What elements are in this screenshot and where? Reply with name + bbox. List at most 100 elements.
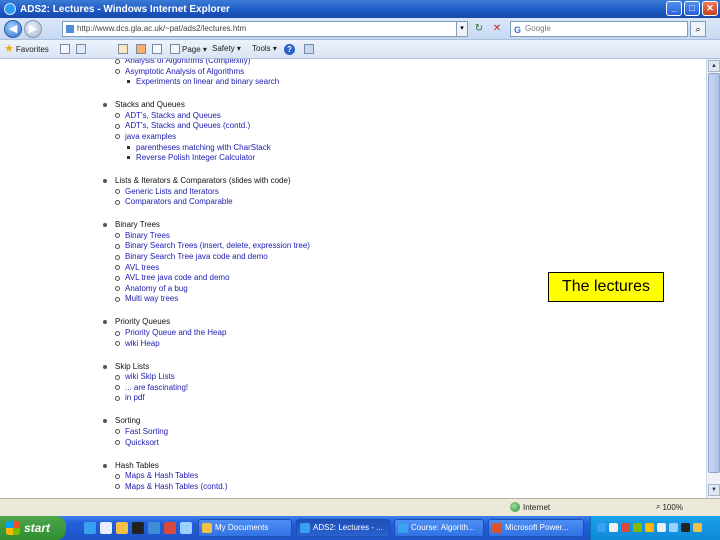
- internet-explorer-icon: [4, 3, 16, 15]
- current-tab[interactable]: [76, 44, 86, 54]
- taskbar-item-ads2-lectures[interactable]: ADS2: Lectures - ...: [296, 519, 390, 537]
- address-dropdown-button[interactable]: ▾: [456, 21, 468, 37]
- feeds-button[interactable]: [136, 44, 146, 54]
- tray-app5-icon[interactable]: [681, 523, 690, 532]
- quick-tabs-icon: [60, 44, 70, 54]
- desktop-quicklaunch-icon[interactable]: [100, 522, 112, 534]
- start-button[interactable]: start: [0, 516, 66, 540]
- taskbar: start My Documents ADS2: Lectures - ... …: [0, 516, 720, 540]
- lecture-link[interactable]: AVL tree java code and demo: [103, 273, 310, 284]
- lecture-link[interactable]: Quicksort: [103, 438, 310, 449]
- stop-button[interactable]: ✕: [490, 22, 504, 36]
- lecture-link[interactable]: in pdf: [103, 393, 310, 404]
- ie-window: ADS2: Lectures - Windows Internet Explor…: [0, 0, 720, 540]
- scroll-down-arrow-icon[interactable]: ▼: [708, 484, 720, 496]
- lecture-link[interactable]: Generic Lists and Iterators: [103, 187, 310, 198]
- lecture-link[interactable]: Asymptotic Analysis of Algorithms: [103, 67, 310, 78]
- scroll-up-arrow-icon[interactable]: ▲: [708, 60, 720, 72]
- back-button[interactable]: ◀: [4, 20, 22, 38]
- favorites-star-icon: ★: [4, 43, 14, 55]
- help-button[interactable]: ?: [284, 44, 295, 55]
- lecture-link[interactable]: Comparators and Comparable: [103, 197, 310, 208]
- lecture-link[interactable]: Analysis of Algorithms (Complexity): [103, 59, 310, 67]
- section-title: Binary Trees: [103, 220, 310, 231]
- task-label: Microsoft Power...: [505, 523, 569, 532]
- lecture-sub-link[interactable]: parentheses matching with CharStack: [103, 143, 310, 154]
- page-menu-label: Page ▾: [182, 44, 207, 54]
- lecture-sub-link[interactable]: Reverse Polish Integer Calculator: [103, 153, 310, 164]
- command-bar: ★ Favorites Page ▾ Safety ▾ Tools ▾ ?: [0, 40, 720, 59]
- print-button[interactable]: [152, 44, 162, 54]
- vertical-scrollbar[interactable]: ▲ ▼: [706, 59, 720, 498]
- page-menu-icon: [170, 44, 180, 54]
- zoom-level: 100%: [662, 502, 683, 512]
- safety-menu[interactable]: Safety ▾: [212, 44, 241, 53]
- lecture-link[interactable]: java examples: [103, 132, 310, 143]
- research-button[interactable]: [304, 44, 314, 54]
- status-bar: Internet ⌕ 100%: [0, 498, 720, 516]
- taskbar-item-my-documents[interactable]: My Documents: [198, 519, 292, 537]
- close-button[interactable]: ✕: [702, 1, 718, 16]
- lecture-link[interactable]: ADT's, Stacks and Queues: [103, 111, 310, 122]
- taskbar-item-powerpoint[interactable]: Microsoft Power...: [488, 519, 584, 537]
- explorer-quicklaunch-icon[interactable]: [116, 522, 128, 534]
- internet-explorer-icon: [300, 523, 310, 533]
- media-quicklaunch-icon[interactable]: [148, 522, 160, 534]
- zoom-icon: ⌕: [656, 502, 661, 511]
- tray-app3-icon[interactable]: [657, 523, 666, 532]
- home-button[interactable]: [118, 44, 128, 54]
- tray-app2-icon[interactable]: [645, 523, 654, 532]
- app-quicklaunch-icon[interactable]: [164, 522, 176, 534]
- tray-network-icon[interactable]: [597, 523, 606, 532]
- zone-label: Internet: [523, 502, 551, 512]
- lecture-link[interactable]: Binary Search Tree java code and demo: [103, 252, 310, 263]
- refresh-button[interactable]: ↻: [472, 22, 486, 36]
- taskbar-item-course-algorithms[interactable]: Course: Algorith...: [394, 519, 484, 537]
- lecture-sub-link[interactable]: Experiments on linear and binary search: [103, 77, 310, 88]
- lecture-link[interactable]: Anatomy of a bug: [103, 284, 310, 295]
- tray-security-icon[interactable]: [621, 523, 630, 532]
- lecture-link[interactable]: ... are fascinating!: [103, 383, 310, 394]
- section-title: Priority Queues: [103, 317, 310, 328]
- zoom-control[interactable]: ⌕ 100%: [656, 502, 683, 512]
- lecture-link[interactable]: wiki Heap: [103, 339, 310, 350]
- scroll-thumb[interactable]: [708, 73, 720, 473]
- page-menu[interactable]: Page ▾: [170, 44, 207, 54]
- search-button[interactable]: ⌕: [690, 21, 706, 37]
- lecture-link[interactable]: Maps & Hash Tables: [103, 471, 310, 482]
- favorites-label: Favorites: [15, 44, 49, 54]
- tools-menu[interactable]: Tools ▾: [252, 44, 277, 53]
- app2-quicklaunch-icon[interactable]: [180, 522, 192, 534]
- security-zone[interactable]: Internet: [510, 502, 550, 512]
- favorites-button[interactable]: ★ Favorites: [4, 43, 49, 55]
- tray-app4-icon[interactable]: [669, 523, 678, 532]
- start-label: start: [24, 521, 51, 535]
- safety-menu-label: Safety ▾: [212, 44, 241, 53]
- lecture-link[interactable]: Binary Trees: [103, 231, 310, 242]
- ie-quicklaunch-icon[interactable]: [84, 522, 96, 534]
- tray-volume-icon[interactable]: [609, 523, 618, 532]
- tray-app6-icon[interactable]: [693, 523, 702, 532]
- maximize-button[interactable]: □: [684, 1, 700, 16]
- forward-button[interactable]: ▶: [24, 20, 42, 38]
- lecture-link[interactable]: Binary Search Trees (insert, delete, exp…: [103, 241, 310, 252]
- lecture-link[interactable]: ADT's, Stacks and Queues (contd.): [103, 121, 310, 132]
- address-field[interactable]: http://www.dcs.gla.ac.uk/~pat/ads2/lectu…: [62, 21, 468, 37]
- lecture-link[interactable]: Fast Sorting: [103, 427, 310, 438]
- lecture-link[interactable]: Maps & Hash Tables (contd.): [103, 482, 310, 493]
- home-icon: [118, 44, 128, 54]
- lecture-link[interactable]: wiki Skip Lists: [103, 372, 310, 383]
- tray-app-icon[interactable]: [633, 523, 642, 532]
- globe-icon: [510, 502, 520, 512]
- cmd-quicklaunch-icon[interactable]: [132, 522, 144, 534]
- minimize-button[interactable]: _: [666, 1, 682, 16]
- lecture-section: Hash Tables Maps & Hash Tables Maps & Hash…: [103, 461, 310, 493]
- tools-menu-label: Tools ▾: [252, 44, 277, 53]
- lecture-link[interactable]: Priority Queue and the Heap: [103, 328, 310, 339]
- lecture-link[interactable]: AVL trees: [103, 263, 310, 274]
- search-input[interactable]: G Google: [510, 21, 688, 37]
- lecture-section: Stacks and Queues ADT's, Stacks and Queue…: [103, 100, 310, 164]
- feeds-icon: [136, 44, 146, 54]
- lecture-link[interactable]: Multi way trees: [103, 294, 310, 305]
- tab-grid-button[interactable]: [60, 44, 70, 54]
